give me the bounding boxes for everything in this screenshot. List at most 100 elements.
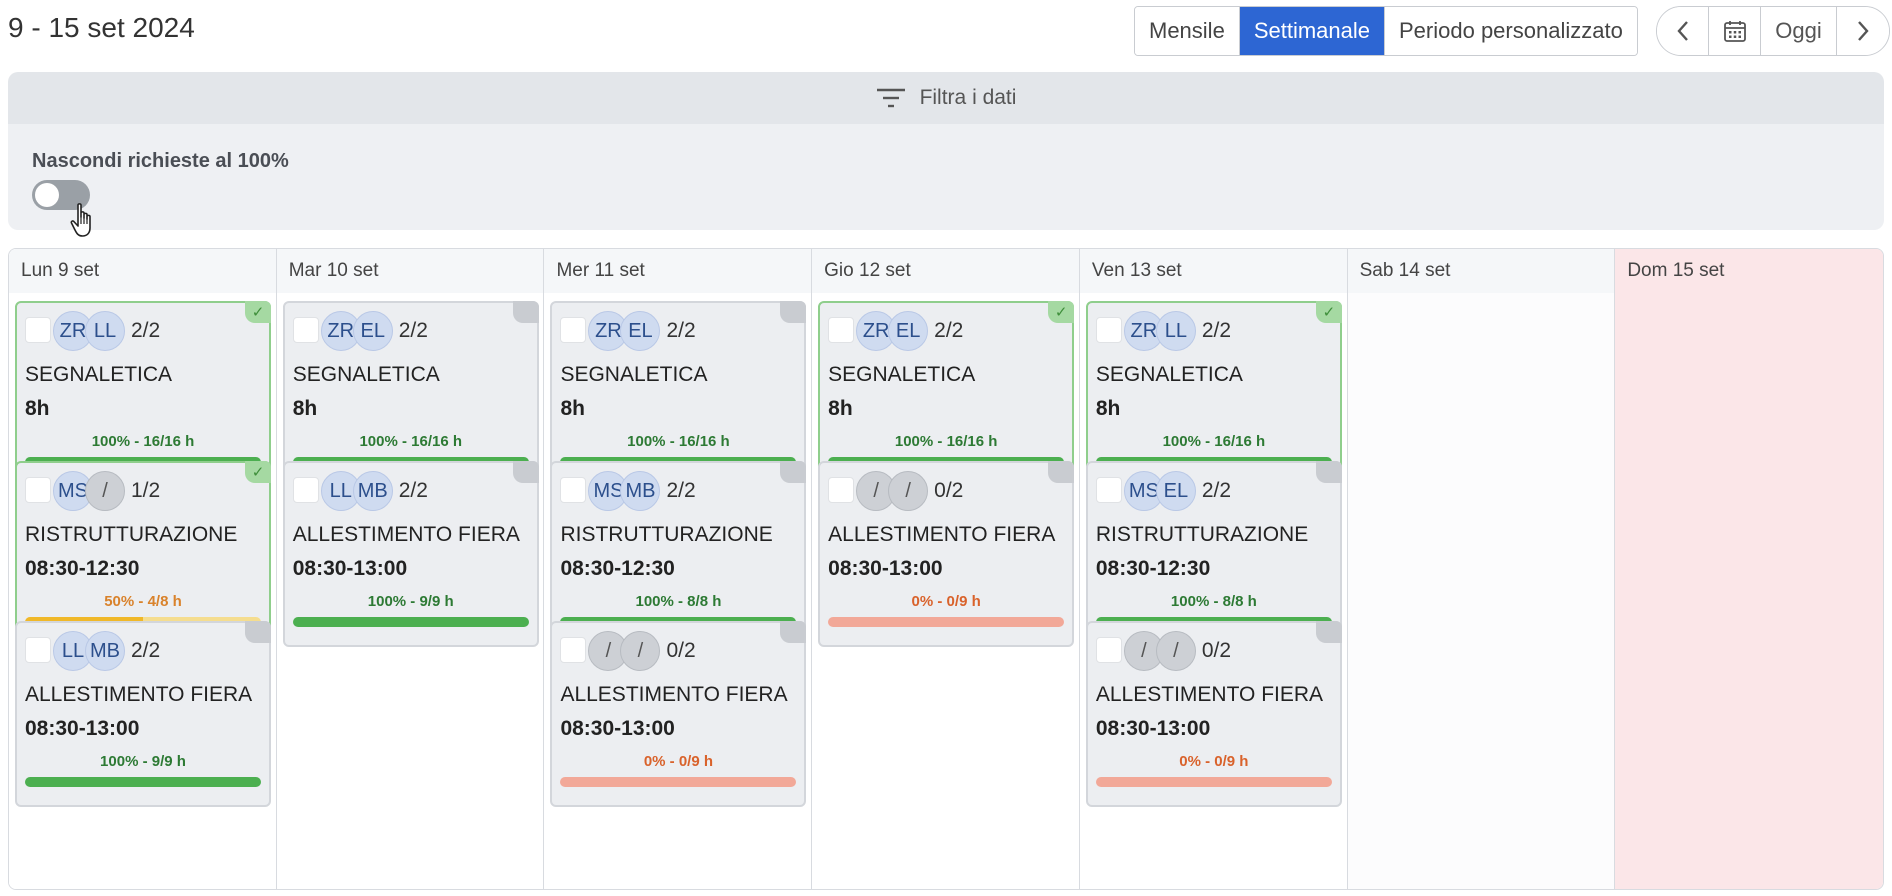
shift-card[interactable]: LL MB 2/2 ALLESTIMENTO FIERA 08:30-13:00 100%… (282, 461, 539, 647)
card-time: 08:30-13:00 (1095, 717, 1211, 740)
shift-card[interactable]: ✓ ZR LL 2/2 SEGNALETICA 8h 100% - 16/16 h (15, 301, 271, 487)
card-title: SEGNALETICA (828, 363, 976, 386)
assignee-avatars: MS EL 2/2 (1123, 471, 1232, 511)
avatar[interactable]: MB (85, 631, 125, 671)
shift-card[interactable]: ZR EL 2/2 SEGNALETICA 8h 100% - 16/16 h (550, 301, 807, 487)
card-progress-text: 50% - 4/8 h (104, 593, 182, 610)
shift-card[interactable]: //0/2 ALLESTIMENTO FIERA 08:30-13:00 0% - 0… (1085, 621, 1342, 807)
card-progress-text: 100% - 16/16 h (91, 433, 195, 450)
card-progress-text: 100% - 8/8 h (1170, 593, 1257, 610)
day-body[interactable]: ✓ ZR LL 2/2 SEGNALETICA 8h 100% - 16/16 h ✓ MS/1… (9, 293, 276, 889)
view-monthly-button[interactable]: Mensile (1135, 7, 1240, 55)
card-progress-text: 100% - 16/16 h (894, 433, 998, 450)
card-time: 08:30-13:00 (292, 557, 408, 580)
assignee-count: 2/2 (1201, 319, 1232, 342)
shift-card[interactable]: //0/2 ALLESTIMENTO FIERA 08:30-13:00 0% - 0… (818, 461, 1075, 647)
card-progress-text: 100% - 16/16 h (1162, 433, 1266, 450)
card-select-checkbox[interactable] (1095, 317, 1122, 343)
empty-slot-avatar[interactable]: / (1155, 631, 1196, 671)
day-body[interactable] (1347, 293, 1615, 889)
day-header: Mar 10 set (276, 249, 544, 293)
toggle-knob (35, 183, 59, 207)
card-select-checkbox[interactable] (292, 477, 319, 503)
card-select-checkbox[interactable] (828, 477, 855, 503)
day-body[interactable] (1615, 293, 1883, 889)
card-select-checkbox[interactable] (25, 637, 51, 663)
card-select-checkbox[interactable] (828, 317, 855, 343)
assignee-count: 2/2 (934, 319, 964, 342)
empty-slot-avatar[interactable]: / (888, 471, 929, 511)
progress-bar (1095, 777, 1332, 787)
day-header: Lun 9 set (9, 249, 276, 293)
shift-card[interactable]: MS MB 2/2 RISTRUTTURAZIONE 08:30-12:30 100% -… (550, 461, 807, 647)
card-corner-tag (780, 461, 807, 483)
empty-slot-avatar[interactable]: / (85, 471, 125, 511)
day-header: Sab 14 set (1347, 249, 1615, 293)
card-select-checkbox[interactable] (1095, 637, 1122, 663)
day-column: Sab 14 set (1347, 249, 1616, 889)
shift-card[interactable]: //0/2 ALLESTIMENTO FIERA 08:30-13:00 0% - 0… (550, 621, 807, 807)
chevron-left-icon (1676, 21, 1688, 41)
card-select-checkbox[interactable] (25, 317, 51, 343)
day-body[interactable]: ✓ ZR LL 2/2 SEGNALETICA 8h 100% - 16/16 h MS EL 2… (1080, 293, 1347, 889)
day-header: Dom 15 set (1615, 249, 1883, 293)
card-corner-tag (512, 301, 539, 323)
card-select-checkbox[interactable] (560, 637, 587, 663)
card-title: ALLESTIMENTO FIERA (292, 523, 520, 546)
today-button[interactable]: Oggi (1761, 7, 1837, 55)
avatar[interactable]: LL (85, 311, 125, 351)
date-navigation: Oggi (1656, 6, 1890, 56)
avatar[interactable]: EL (888, 311, 929, 351)
avatar[interactable]: EL (1155, 471, 1196, 511)
day-body[interactable]: ZR EL 2/2 SEGNALETICA 8h 100% - 16/16 h LL MB 2/… (277, 293, 544, 889)
card-title: RISTRUTTURAZIONE (25, 523, 238, 546)
progress-bar (828, 617, 1065, 627)
view-weekly-button[interactable]: Settimanale (1239, 7, 1385, 55)
card-select-checkbox[interactable] (560, 317, 587, 343)
assignee-avatars: ZR LL 2/2 (1123, 311, 1232, 351)
filter-toggle-bar[interactable]: Filtra i dati (8, 72, 1884, 124)
card-title: ALLESTIMENTO FIERA (1095, 683, 1324, 706)
shift-card[interactable]: ✓ ZR EL 2/2 SEGNALETICA 8h 100% - 16/16 h (818, 301, 1075, 487)
card-title: SEGNALETICA (292, 363, 440, 386)
day-body[interactable]: ZR EL 2/2 SEGNALETICA 8h 100% - 16/16 h MS MB 2/… (544, 293, 811, 889)
avatar[interactable]: EL (620, 311, 661, 351)
next-week-button[interactable] (1837, 7, 1889, 55)
progress-bar (25, 777, 261, 787)
assignee-count: 2/2 (1201, 479, 1232, 502)
shift-card[interactable]: ZR EL 2/2 SEGNALETICA 8h 100% - 16/16 h (282, 301, 539, 487)
avatar[interactable]: LL (1155, 311, 1196, 351)
assignee-count: 2/2 (398, 319, 428, 342)
assignee-avatars: ZR EL 2/2 (856, 311, 963, 351)
prev-week-button[interactable] (1657, 7, 1709, 55)
shift-card[interactable]: LL MB 2/2 ALLESTIMENTO FIERA 08:30-13:00 100%… (15, 621, 271, 807)
assignee-avatars: LL MB 2/2 (53, 631, 160, 671)
card-select-checkbox[interactable] (560, 477, 587, 503)
avatar[interactable]: EL (352, 311, 393, 351)
shift-card[interactable]: ✓ ZR LL 2/2 SEGNALETICA 8h 100% - 16/16 h (1085, 301, 1342, 487)
card-progress-text: 0% - 0/9 h (1179, 753, 1249, 770)
card-title: SEGNALETICA (25, 363, 173, 386)
empty-slot-avatar[interactable]: / (620, 631, 661, 671)
assignee-avatars: ZR LL 2/2 (53, 311, 160, 351)
day-column: Mar 10 set ZR EL 2/2 SEGNALETICA 8h 100% - 16/… (276, 249, 545, 889)
card-select-checkbox[interactable] (25, 477, 51, 503)
check-icon: ✓ (245, 301, 271, 323)
card-time: 8h (828, 397, 853, 420)
day-body[interactable]: ✓ ZR EL 2/2 SEGNALETICA 8h 100% - 16/16 h //0/2… (812, 293, 1079, 889)
avatar[interactable]: MB (352, 471, 393, 511)
day-column: Mer 11 set ZR EL 2/2 SEGNALETICA 8h 100% - 16/… (544, 249, 813, 889)
card-select-checkbox[interactable] (1095, 477, 1122, 503)
progress-bar (292, 617, 529, 627)
card-corner-tag (1315, 621, 1342, 643)
filter-panel: Nascondi richieste al 100% (8, 124, 1884, 237)
shift-card[interactable]: ✓ MS/1/2 RISTRUTTURAZIONE 08:30-12:30 50% - … (15, 461, 271, 647)
date-picker-button[interactable] (1709, 7, 1761, 55)
assignee-count: 1/2 (131, 479, 161, 502)
card-title: SEGNALETICA (1095, 363, 1243, 386)
avatar[interactable]: MB (620, 471, 661, 511)
card-select-checkbox[interactable] (292, 317, 319, 343)
day-header: Mer 11 set (544, 249, 812, 293)
view-custom-period-button[interactable]: Periodo personalizzato (1385, 7, 1637, 55)
shift-card[interactable]: MS EL 2/2 RISTRUTTURAZIONE 08:30-12:30 100% -… (1085, 461, 1342, 647)
